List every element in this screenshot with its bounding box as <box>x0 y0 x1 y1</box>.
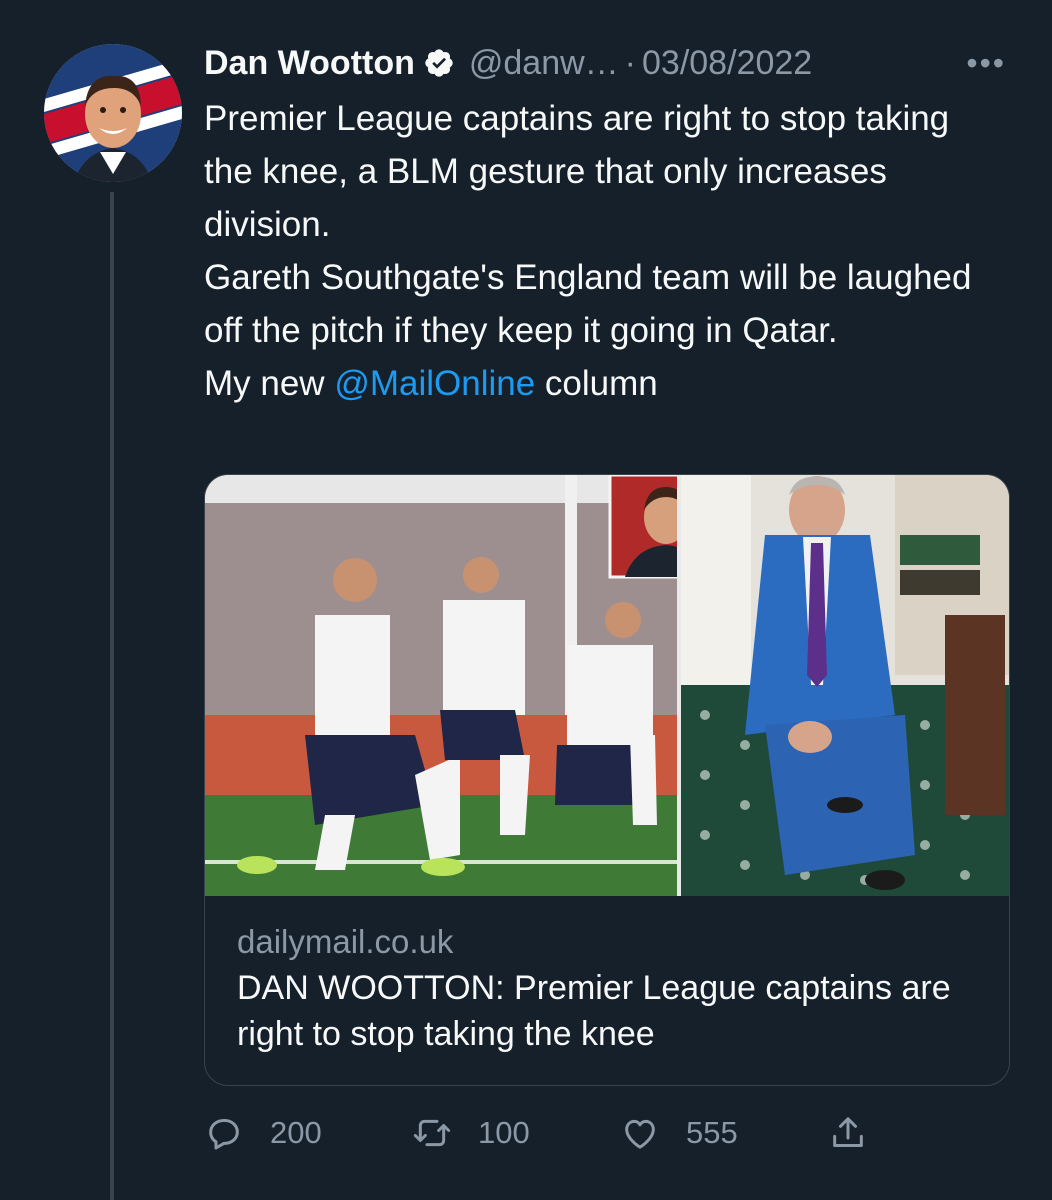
like-icon <box>625 1119 655 1149</box>
link-preview-card[interactable]: dailymail.co.uk DAN WOOTTON: Premier Lea… <box>204 474 1010 1086</box>
share-icon <box>833 1117 863 1147</box>
tweet-header: Dan Wootton @danw… · 03/08/2022 ••• <box>204 40 1024 86</box>
card-image <box>205 475 1009 896</box>
card-meta: dailymail.co.uk DAN WOOTTON: Premier Lea… <box>237 919 997 1057</box>
reply-count: 200 <box>270 1115 322 1150</box>
share-button[interactable] <box>828 1104 894 1162</box>
header-separator: · <box>624 43 636 82</box>
retweet-button[interactable]: 100 <box>412 1104 530 1162</box>
thread-connector-line <box>110 192 114 1200</box>
verified-badge-icon <box>425 49 453 77</box>
retweet-count: 100 <box>478 1115 530 1150</box>
more-icon[interactable]: ••• <box>966 40 1006 86</box>
tweet-text: Premier League captains are right to sto… <box>204 92 1004 410</box>
tweet-text-line: My new @MailOnline column <box>204 357 1004 410</box>
avatar-image <box>44 44 182 182</box>
like-count: 555 <box>686 1115 738 1150</box>
tweet-text-fragment: My new <box>204 364 335 403</box>
tweet-actions: 200 100 555 <box>204 1104 904 1162</box>
card-title: DAN WOOTTON: Premier League captains are… <box>237 969 951 1053</box>
mention-link[interactable]: @MailOnline <box>334 364 535 403</box>
tweet-text-line: Premier League captains are right to sto… <box>204 99 950 244</box>
tweet-text-line: Gareth Southgate's England team will be … <box>204 258 972 350</box>
retweet-icon <box>413 1119 451 1147</box>
reply-button[interactable]: 200 <box>204 1104 322 1162</box>
author-name[interactable]: Dan Wootton <box>204 44 415 83</box>
author-avatar[interactable] <box>44 44 182 182</box>
card-domain: dailymail.co.uk <box>237 923 454 960</box>
reply-icon <box>209 1119 239 1150</box>
tweet-text-fragment: column <box>535 364 658 403</box>
tweet-date[interactable]: 03/08/2022 <box>642 44 812 83</box>
author-handle[interactable]: @danw… <box>469 44 619 83</box>
like-button[interactable]: 555 <box>620 1104 738 1162</box>
